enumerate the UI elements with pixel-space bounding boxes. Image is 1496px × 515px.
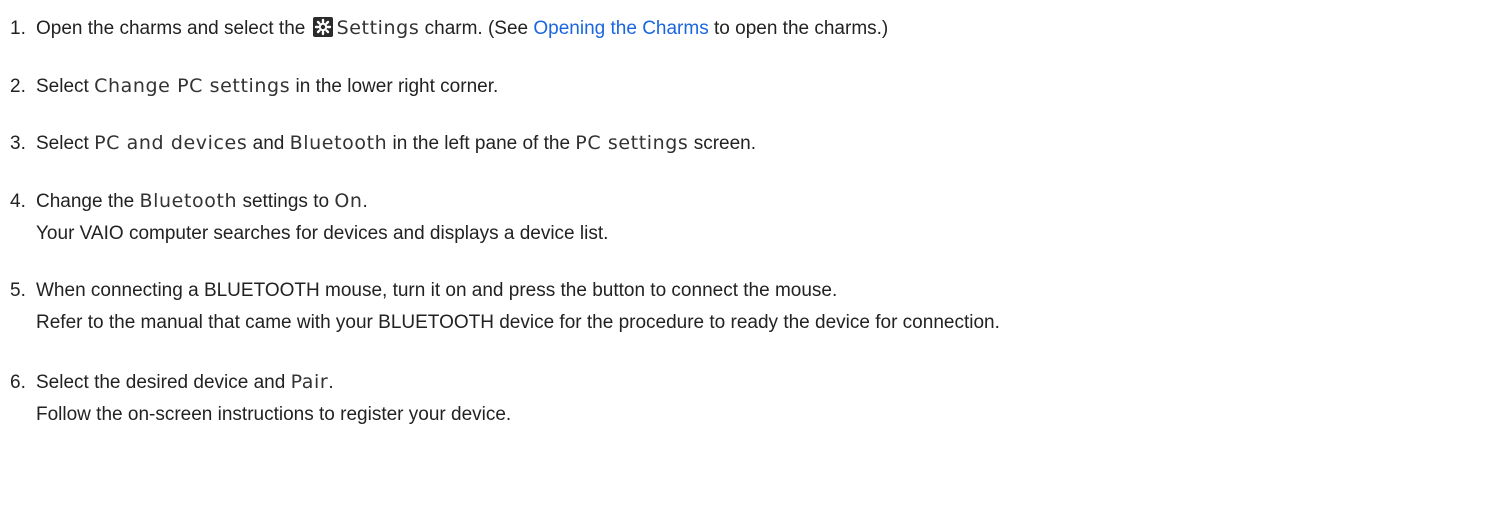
step-2: 2. Select Change PC settings in the lower… [10,70,1490,103]
step-text: settings to [242,191,330,212]
step-number: 1. [10,18,26,39]
step-text: to open the charms.) [714,18,889,39]
step-number: 2. [10,76,26,97]
step-text: Select [36,133,89,154]
ui-term-bluetooth: Bluetooth [139,190,238,212]
step-text: . [328,372,334,393]
step-6: 6. Select the desired device and Pair. Fo… [10,366,1490,431]
step-text: Select [36,76,89,97]
ui-term-change-pc-settings: Change PC settings [94,75,291,97]
step-5: 5. When connecting a BLUETOOTH mouse, tur… [10,275,1490,339]
step-number: 4. [10,191,26,212]
ui-term-settings: Settings [336,17,420,39]
step-4: 4. Change the Bluetooth settings to On. Y… [10,185,1490,250]
step-text: and [252,133,285,154]
step-1: 1. Open the charms and select the Setting… [10,12,1490,45]
ui-term-bluetooth: Bluetooth [289,132,388,154]
step-note: Your VAIO computer searches for devices … [36,223,609,244]
step-text: Open the charms and select the [36,18,306,39]
ui-term-pc-settings: PC settings [575,132,689,154]
step-text: When connecting a BLUETOOTH mouse, turn … [36,280,838,301]
step-text: charm. (See [424,18,529,39]
step-text: Change the [36,191,135,212]
step-text: Select the desired device and [36,372,286,393]
step-number: 6. [10,372,26,393]
step-text: screen. [693,133,757,154]
ui-term-pc-and-devices: PC and devices [94,132,248,154]
step-number: 5. [10,280,26,301]
step-note: Follow the on-screen instructions to reg… [36,404,512,425]
step-3: 3. Select PC and devices and Bluetooth in… [10,127,1490,160]
step-text: in the left pane of the [392,133,571,154]
step-note: Refer to the manual that came with your … [36,312,1000,333]
ui-term-on: On [334,190,363,212]
settings-gear-icon [312,17,333,37]
opening-the-charms-link[interactable]: Opening the Charms [533,18,708,39]
step-text: . [362,191,368,212]
step-text: in the lower right corner. [295,76,499,97]
ui-term-pair: Pair [290,371,329,393]
step-number: 3. [10,133,26,154]
